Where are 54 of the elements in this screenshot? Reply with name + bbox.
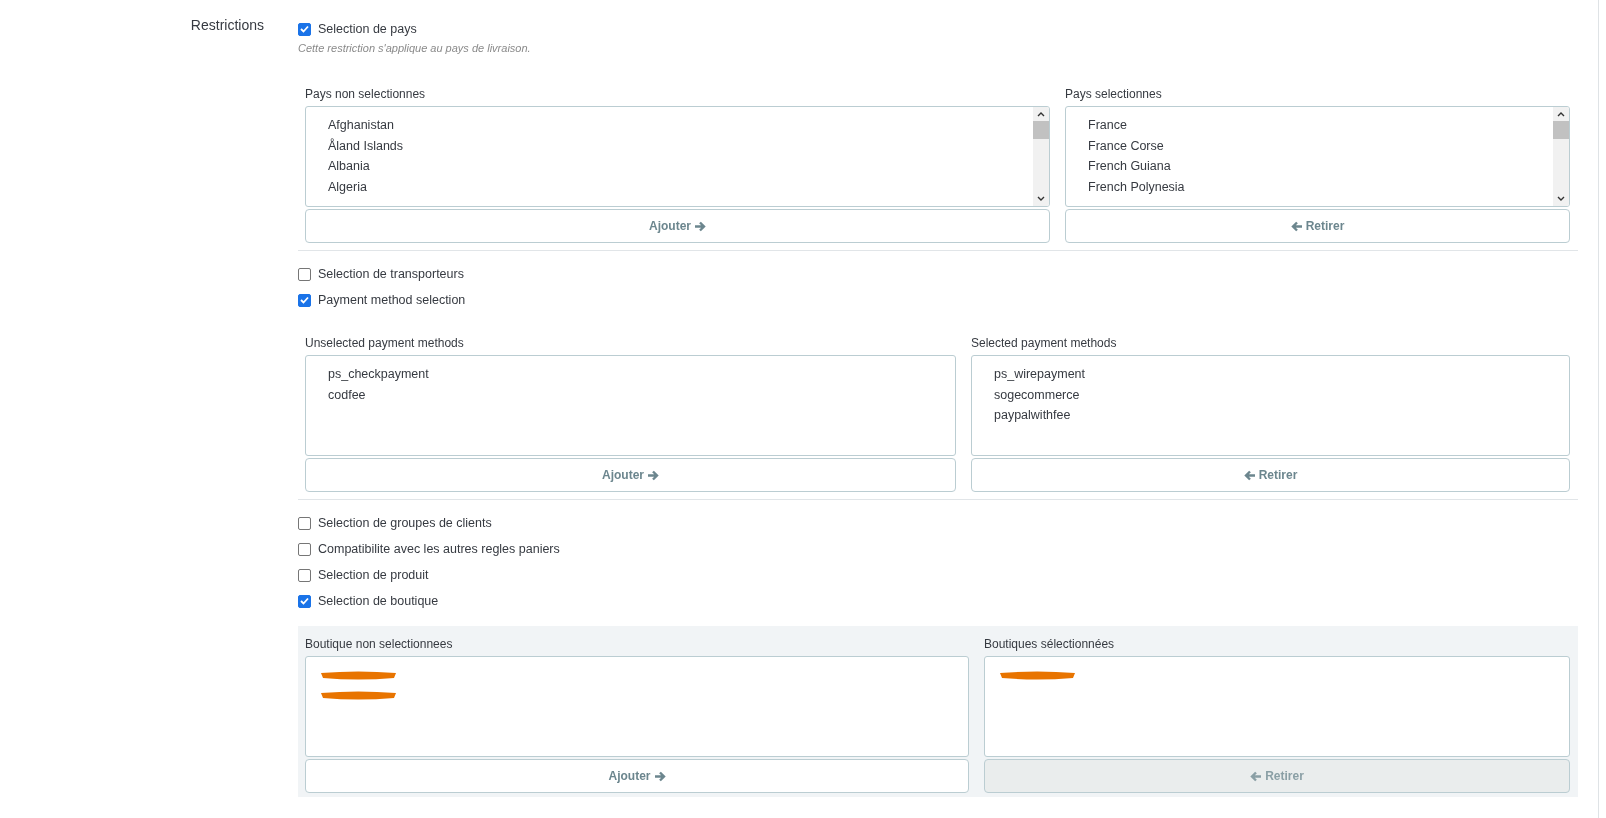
section-label: Restrictions xyxy=(190,17,264,33)
list-item[interactable]: ps_checkpayment xyxy=(328,364,955,385)
checkbox[interactable] xyxy=(298,516,311,530)
list-title: Boutique non selectionnees xyxy=(305,636,454,653)
list-item[interactable]: codfee xyxy=(328,384,955,405)
add-button[interactable]: Ajouter xyxy=(305,209,1050,243)
list-box[interactable]: France France Corse French Guiana French Polynesia xyxy=(1065,106,1570,207)
right-arrow-icon xyxy=(653,770,666,782)
scrollbar[interactable] xyxy=(1033,107,1049,206)
list-item[interactable]: paypalwithfee xyxy=(994,405,1569,426)
checkbox[interactable] xyxy=(298,267,311,281)
checkbox[interactable] xyxy=(298,568,311,582)
scrollbar-thumb[interactable] xyxy=(1033,121,1049,139)
scrollbar-thumb[interactable] xyxy=(1553,121,1569,139)
checkbox-label[interactable]: Selection de produit xyxy=(318,568,429,582)
add-button[interactable]: Ajouter xyxy=(305,759,969,793)
checkbox[interactable] xyxy=(298,542,311,556)
list-item[interactable]: French Guiana xyxy=(1088,156,1553,177)
list-title: Pays selectionnes xyxy=(1065,86,1163,103)
checkbox-label[interactable]: Compatibilite avec les autres regles paniers xyxy=(318,542,560,556)
list-item[interactable]: Albania xyxy=(328,156,1033,177)
left-arrow-icon xyxy=(1290,220,1303,232)
checkbox[interactable] xyxy=(298,293,311,307)
checkbox-label[interactable]: Payment method selection xyxy=(318,293,466,307)
checkbox[interactable] xyxy=(298,594,311,608)
list-item[interactable]: sogecommerce xyxy=(994,384,1569,405)
checkbox-label[interactable]: Selection de boutique xyxy=(318,594,439,608)
list-title: Pays non selectionnes xyxy=(305,86,427,103)
list-item[interactable]: Algeria xyxy=(328,176,1033,197)
right-arrow-icon xyxy=(647,469,659,481)
list-title: Boutiques sélectionnées xyxy=(984,636,1116,653)
list-item[interactable]: ps_wirepayment xyxy=(994,364,1569,385)
list-item[interactable]: Afghanistan xyxy=(328,115,1033,136)
list-box[interactable]: Afghanistan Åland Islands Albania Algeria xyxy=(305,106,1050,207)
add-button[interactable]: Ajouter xyxy=(305,458,956,492)
remove-button[interactable]: Retirer xyxy=(1065,209,1570,243)
checkbox[interactable] xyxy=(298,22,311,36)
list-item[interactable]: France Corse xyxy=(1088,135,1553,156)
checkbox-label[interactable]: Selection de transporteurs xyxy=(318,267,464,281)
list-item[interactable]: Åland Islands xyxy=(328,135,1033,156)
right-arrow-icon xyxy=(694,220,706,232)
scrollbar[interactable] xyxy=(1553,107,1569,206)
list-title: Selected payment methods xyxy=(971,335,1118,352)
list-item[interactable]: French Polynesia xyxy=(1088,176,1553,197)
checkbox-label[interactable]: Selection de groupes de clients xyxy=(318,516,492,530)
list-item[interactable]: France xyxy=(1088,115,1553,136)
list-box[interactable]: ps_checkpayment codfee xyxy=(305,355,956,456)
list-box[interactable]: ps_wirepayment sogecommerce paypalwithfee xyxy=(971,355,1570,456)
left-arrow-icon xyxy=(1243,469,1256,481)
hint-text: Cette restriction s'applique au pays de livraison. xyxy=(298,42,532,54)
left-arrow-icon xyxy=(1250,770,1263,782)
checkbox-label[interactable]: Selection de pays xyxy=(318,22,417,36)
list-title: Unselected payment methods xyxy=(305,335,465,352)
remove-button[interactable]: Retirer xyxy=(971,458,1570,492)
